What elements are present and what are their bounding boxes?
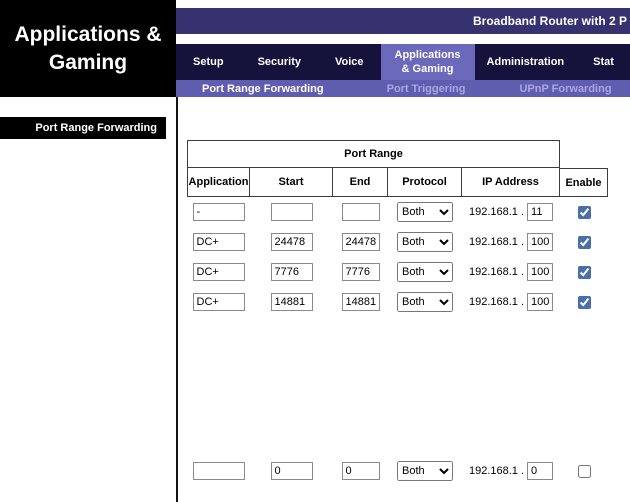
- brand-panel: Applications & Gaming: [0, 0, 176, 97]
- ip-address-cell: 192.168.1 .: [462, 227, 560, 257]
- application-cell: [187, 197, 250, 227]
- protocol-select[interactable]: Both: [397, 202, 453, 222]
- start-port-cell: [250, 227, 333, 257]
- application-input[interactable]: [193, 462, 245, 480]
- enable-checkbox[interactable]: [578, 465, 591, 478]
- end-port-cell: [333, 456, 388, 486]
- start-port-input[interactable]: [271, 293, 313, 311]
- table-grid: Port Range Application Start End Protoco…: [187, 140, 608, 317]
- nav-tab-setup[interactable]: Setup: [176, 44, 241, 80]
- end-port-input[interactable]: [342, 263, 380, 281]
- protocol-cell: Both: [388, 257, 462, 287]
- nav-tab-administration[interactable]: Administration: [475, 44, 577, 80]
- end-port-input[interactable]: [342, 233, 380, 251]
- topbar: Broadband Router with 2 P: [176, 8, 630, 34]
- application-input[interactable]: [193, 203, 245, 221]
- nav-tab-security[interactable]: Security: [241, 44, 318, 80]
- application-cell: [187, 287, 250, 317]
- enable-cell: [560, 197, 608, 227]
- end-port-cell: [333, 287, 388, 317]
- col-header-start: Start: [250, 168, 333, 197]
- protocol-cell: Both: [388, 456, 462, 486]
- ip-last-octet-input[interactable]: [527, 462, 553, 480]
- ip-address-cell: 192.168.1 .: [462, 257, 560, 287]
- col-header-protocol: Protocol: [388, 168, 462, 197]
- enable-checkbox[interactable]: [578, 236, 591, 249]
- col-header-application: Application: [187, 168, 250, 197]
- protocol-cell: Both: [388, 197, 462, 227]
- start-port-input[interactable]: [271, 233, 313, 251]
- application-cell: [187, 227, 250, 257]
- end-port-input[interactable]: [342, 203, 380, 221]
- sidebar-section-label: Port Range Forwarding: [0, 117, 166, 139]
- end-port-cell: [333, 197, 388, 227]
- ip-prefix: 192.168.1 .: [469, 206, 524, 218]
- ip-last-octet-input[interactable]: [527, 203, 553, 221]
- empty-row-grid: Both 192.168.1 .: [187, 456, 608, 486]
- protocol-cell: Both: [388, 287, 462, 317]
- start-port-input[interactable]: [271, 203, 313, 221]
- content-divider: [176, 97, 178, 502]
- table-banner: Port Range: [187, 140, 560, 168]
- ip-prefix: 192.168.1 .: [469, 236, 524, 248]
- sidebar-section-label-text: Port Range Forwarding: [35, 122, 157, 134]
- enable-cell: [560, 227, 608, 257]
- application-cell: [187, 456, 250, 486]
- protocol-select[interactable]: Both: [397, 292, 453, 312]
- start-port-cell: [250, 287, 333, 317]
- main-nav: SetupSecurityVoiceApplications & GamingA…: [176, 44, 630, 80]
- protocol-select[interactable]: Both: [397, 232, 453, 252]
- subnav-item-port-triggering[interactable]: Port Triggering: [360, 83, 493, 95]
- nav-tab-voice[interactable]: Voice: [318, 44, 381, 80]
- start-port-cell: [250, 257, 333, 287]
- subnav-item-port-range-forwarding[interactable]: Port Range Forwarding: [176, 83, 360, 95]
- enable-checkbox[interactable]: [578, 266, 591, 279]
- enable-cell: [560, 287, 608, 317]
- ip-last-octet-input[interactable]: [527, 293, 553, 311]
- subnav-item-upnp-forwarding[interactable]: UPnP Forwarding: [492, 83, 630, 95]
- col-header-enable: Enable: [560, 168, 608, 197]
- ip-address-cell: 192.168.1 .: [462, 456, 560, 486]
- enable-checkbox[interactable]: [578, 296, 591, 309]
- application-input[interactable]: [193, 233, 245, 251]
- end-port-input[interactable]: [342, 293, 380, 311]
- ip-last-octet-input[interactable]: [527, 263, 553, 281]
- end-port-cell: [333, 227, 388, 257]
- col-header-end: End: [333, 168, 388, 197]
- router-model-title: Broadband Router with 2 P: [473, 14, 627, 28]
- protocol-select[interactable]: Both: [397, 461, 453, 481]
- ip-prefix: 192.168.1 .: [469, 465, 524, 477]
- end-port-cell: [333, 257, 388, 287]
- nav-tab-stat[interactable]: Stat: [576, 44, 630, 80]
- enable-cell: [560, 257, 608, 287]
- ip-address-cell: 192.168.1 .: [462, 197, 560, 227]
- ip-prefix: 192.168.1 .: [469, 296, 524, 308]
- application-input[interactable]: [193, 293, 245, 311]
- start-port-cell: [250, 456, 333, 486]
- nav-tab-applications-gaming[interactable]: Applications & Gaming: [381, 44, 475, 80]
- end-port-input[interactable]: [342, 462, 380, 480]
- ip-address-cell: 192.168.1 .: [462, 287, 560, 317]
- start-port-input[interactable]: [271, 263, 313, 281]
- start-port-cell: [250, 197, 333, 227]
- protocol-select[interactable]: Both: [397, 262, 453, 282]
- protocol-cell: Both: [388, 227, 462, 257]
- ip-prefix: 192.168.1 .: [469, 266, 524, 278]
- start-port-input[interactable]: [271, 462, 313, 480]
- subnav: Port Range ForwardingPort TriggeringUPnP…: [176, 80, 630, 97]
- brand-title: Applications & Gaming: [14, 21, 162, 76]
- application-cell: [187, 257, 250, 287]
- application-input[interactable]: [193, 263, 245, 281]
- enable-cell: [560, 456, 608, 486]
- ip-last-octet-input[interactable]: [527, 233, 553, 251]
- enable-checkbox[interactable]: [578, 206, 591, 219]
- port-forwarding-table: Port Range Application Start End Protoco…: [187, 140, 608, 486]
- banner-spacer: [560, 140, 608, 168]
- col-header-ip-address: IP Address: [462, 168, 560, 197]
